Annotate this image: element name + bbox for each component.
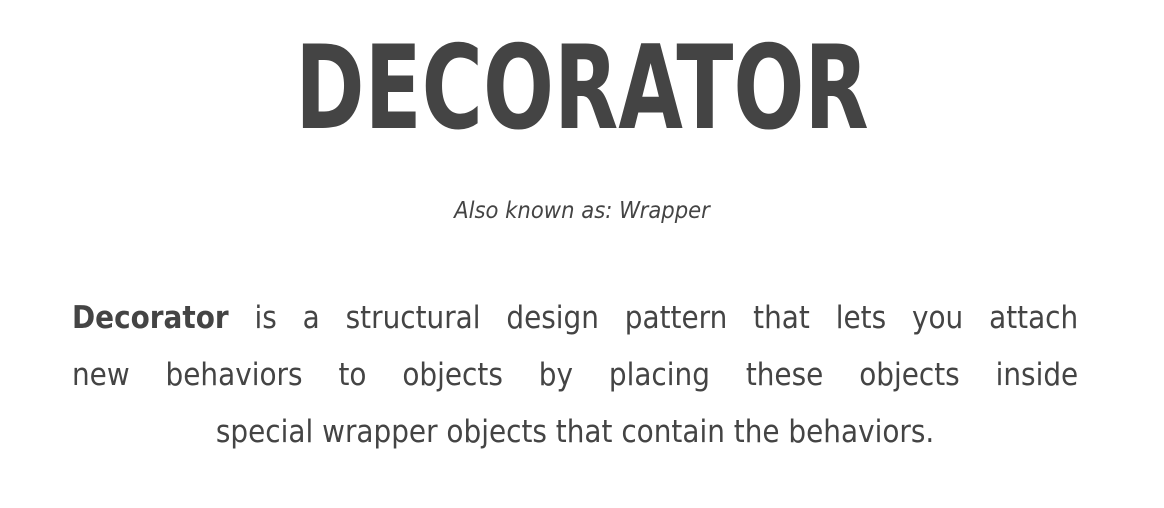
- intro-line-1: Decorator is a structural design pattern…: [72, 290, 1078, 347]
- intro-term: Decorator: [72, 300, 229, 336]
- intro-line-1-text: is a structural design pattern that lets…: [228, 300, 1079, 336]
- pattern-page: DECORATOR Also known as: Wrapper Decorat…: [0, 0, 1164, 508]
- intro-line-2: new behaviors to objects by placing thes…: [72, 357, 1079, 393]
- intro-line-3: special wrapper objects that contain the…: [215, 414, 935, 450]
- intro-paragraph: Decorator is a structural design pattern…: [72, 290, 1078, 461]
- also-known-as: Also known as: Wrapper: [454, 198, 710, 224]
- page-title: DECORATOR: [295, 21, 869, 156]
